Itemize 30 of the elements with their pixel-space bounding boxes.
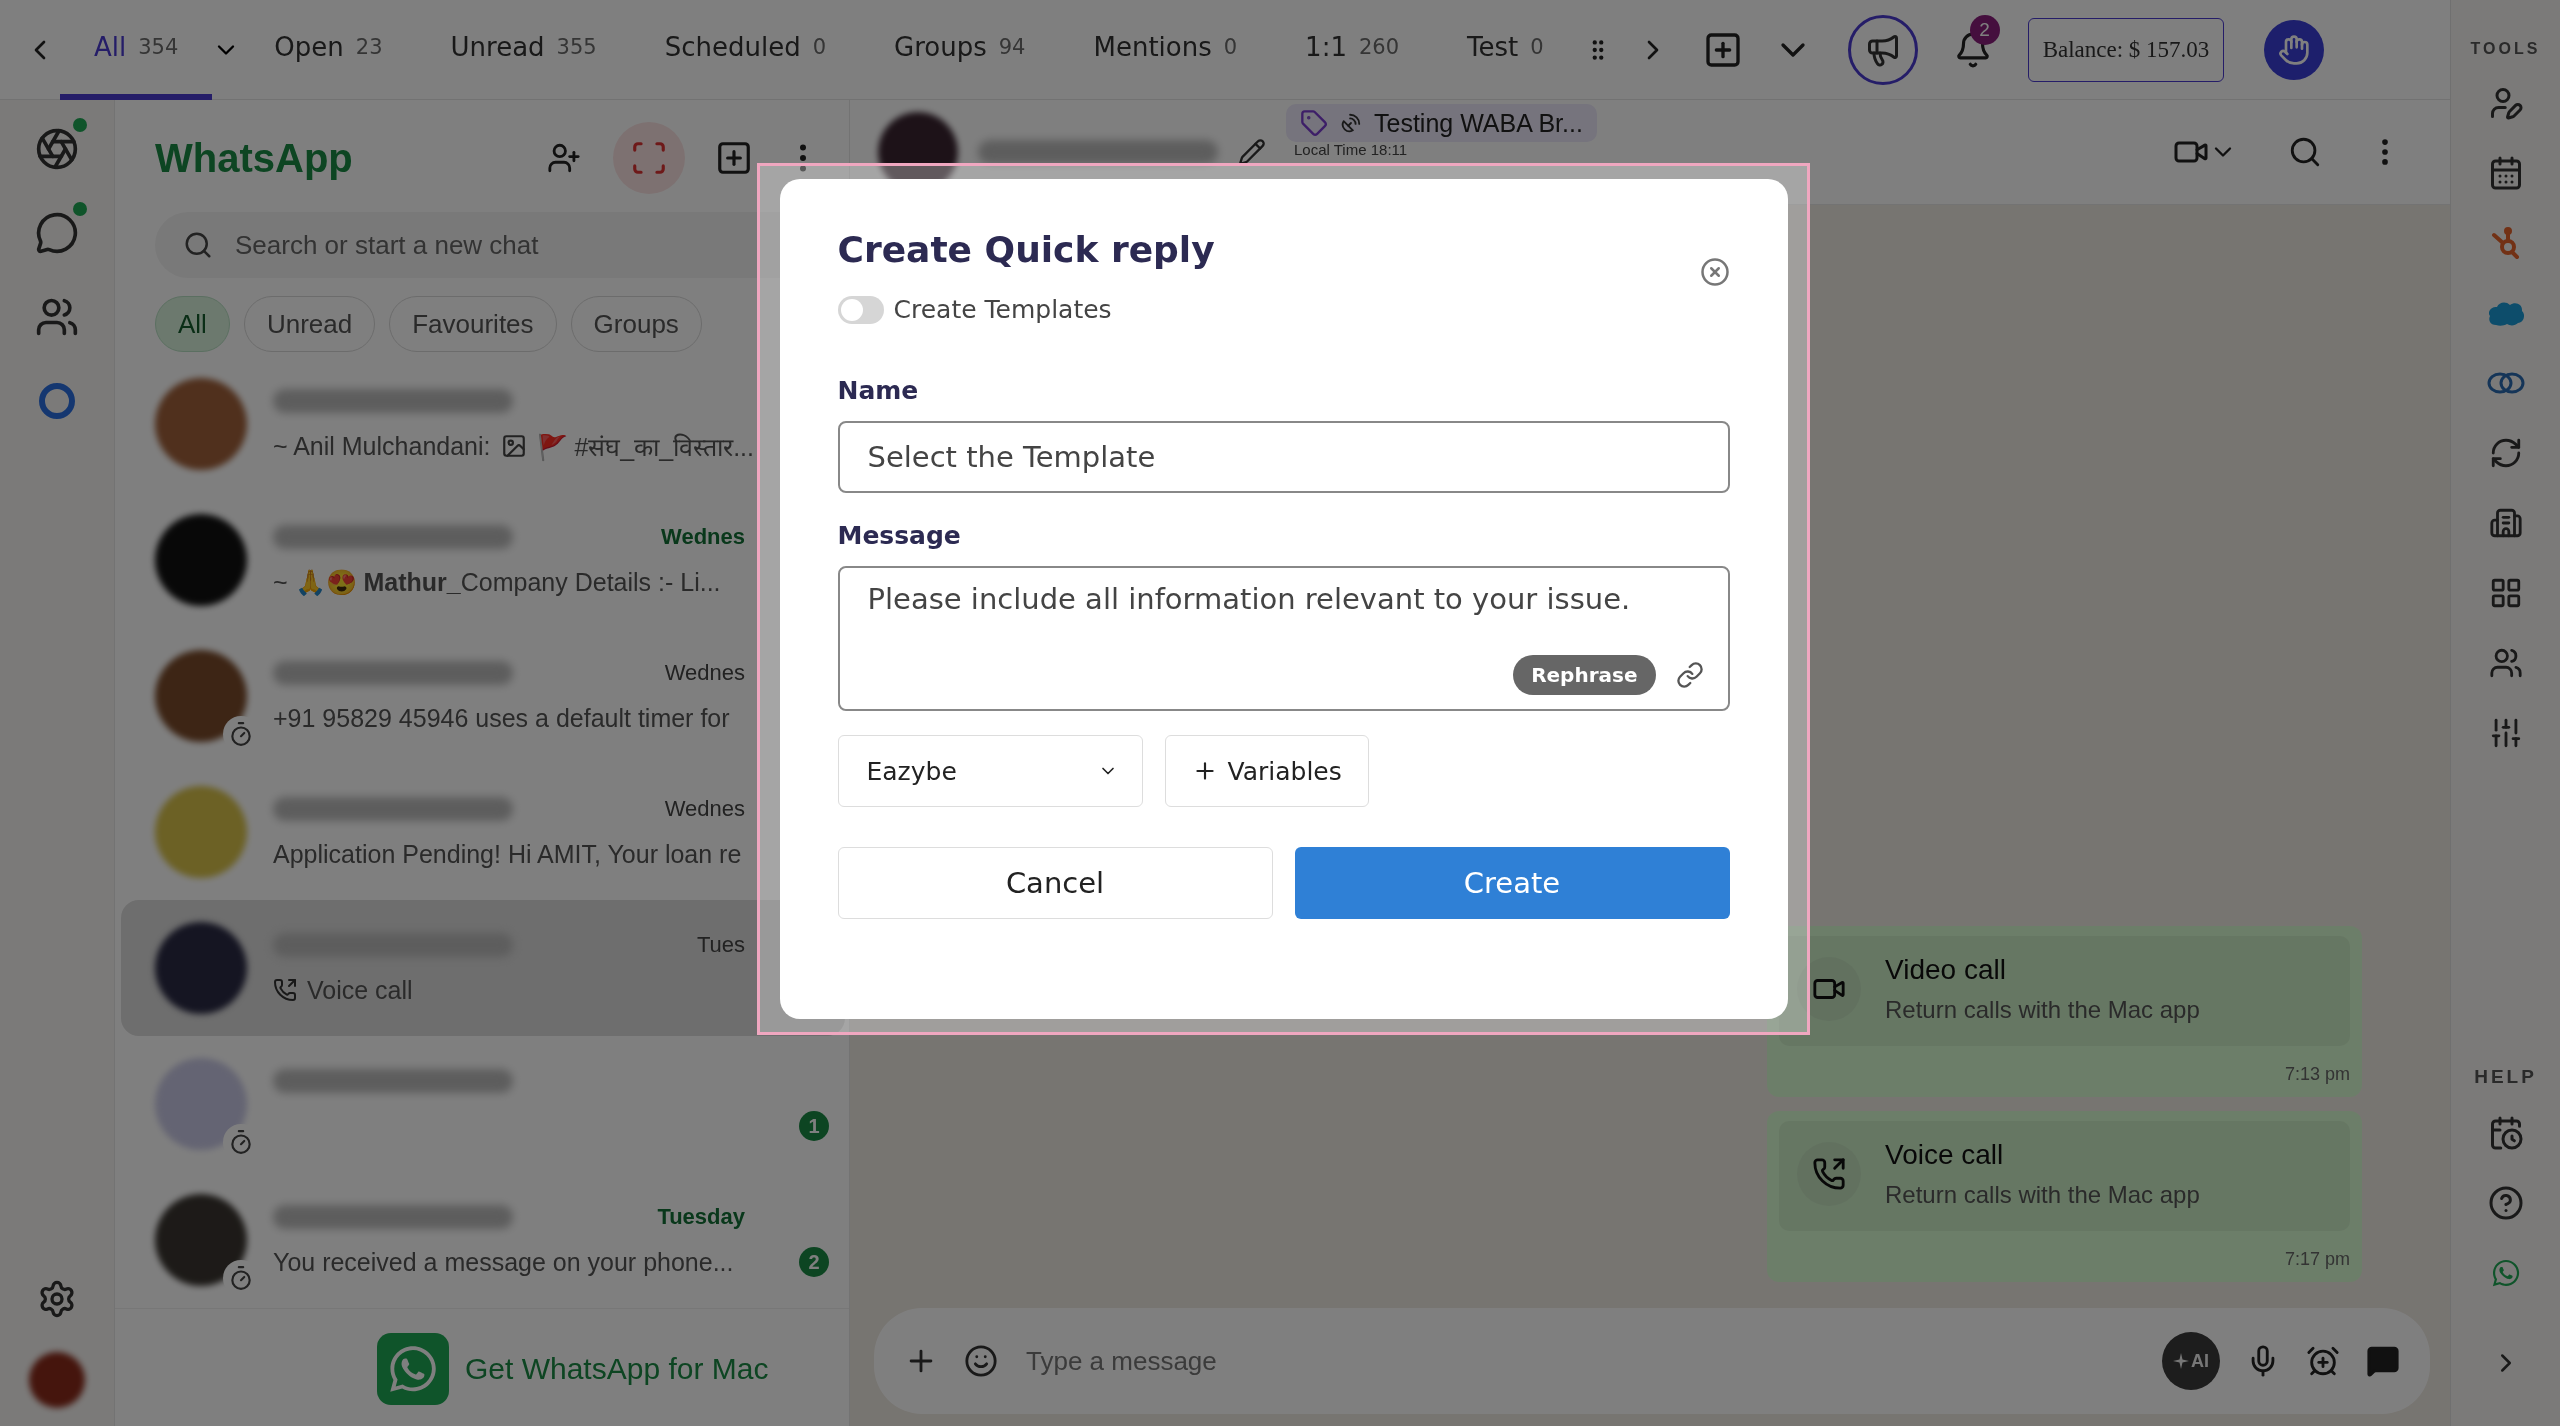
- message-preview: ~ 🙏😍 Mathur_Company Details :- Li...: [273, 567, 721, 597]
- message-time: 7:13 pm: [2284, 1064, 2350, 1085]
- tools-heading: TOOLS: [2470, 40, 2541, 58]
- dialog-title: Create Quick reply: [837, 229, 1215, 270]
- call-subtitle: Return calls with the Mac app: [1885, 996, 2200, 1024]
- message-preview: Voice call: [307, 975, 413, 1005]
- message-label: Message: [837, 521, 962, 550]
- sender-name: ~ Anil Mulchandani:: [273, 431, 491, 461]
- balance-label: Balance: $ 157.03: [2027, 17, 2225, 82]
- call-subtitle: Return calls with the Mac app: [1885, 1181, 2200, 1209]
- chat-time: Tuesday: [657, 1204, 745, 1230]
- message-preview: 🚩 #संघ_का_विस्तार...: [536, 432, 754, 463]
- toggle-label: Create Templates: [893, 295, 1112, 324]
- chat-time: Wednes: [664, 796, 745, 822]
- name-label: Name: [837, 376, 920, 405]
- chat-time: Wednes: [664, 660, 745, 686]
- unread-count: 2: [799, 1247, 829, 1277]
- app-title: WhatsApp: [155, 135, 354, 181]
- chat-time: Wednes: [661, 524, 745, 550]
- chat-time: Tues: [696, 932, 745, 958]
- local-time: Local Time 18:11: [1293, 142, 1409, 158]
- message-preview: You received a message on your phone...: [273, 1247, 734, 1277]
- message-preview: Application Pending! Hi AMIT, Your loan re: [273, 839, 742, 869]
- unread-count: 1: [799, 1111, 829, 1141]
- notification-count: 2: [1969, 14, 2000, 45]
- call-title: Video call: [1885, 954, 2007, 986]
- message-preview: +91 95829 45946 uses a default timer for: [273, 703, 730, 733]
- help-heading: HELP: [2474, 1066, 2537, 1088]
- call-title: Voice call: [1885, 1139, 2005, 1171]
- message-time: 7:17 pm: [2284, 1249, 2350, 1270]
